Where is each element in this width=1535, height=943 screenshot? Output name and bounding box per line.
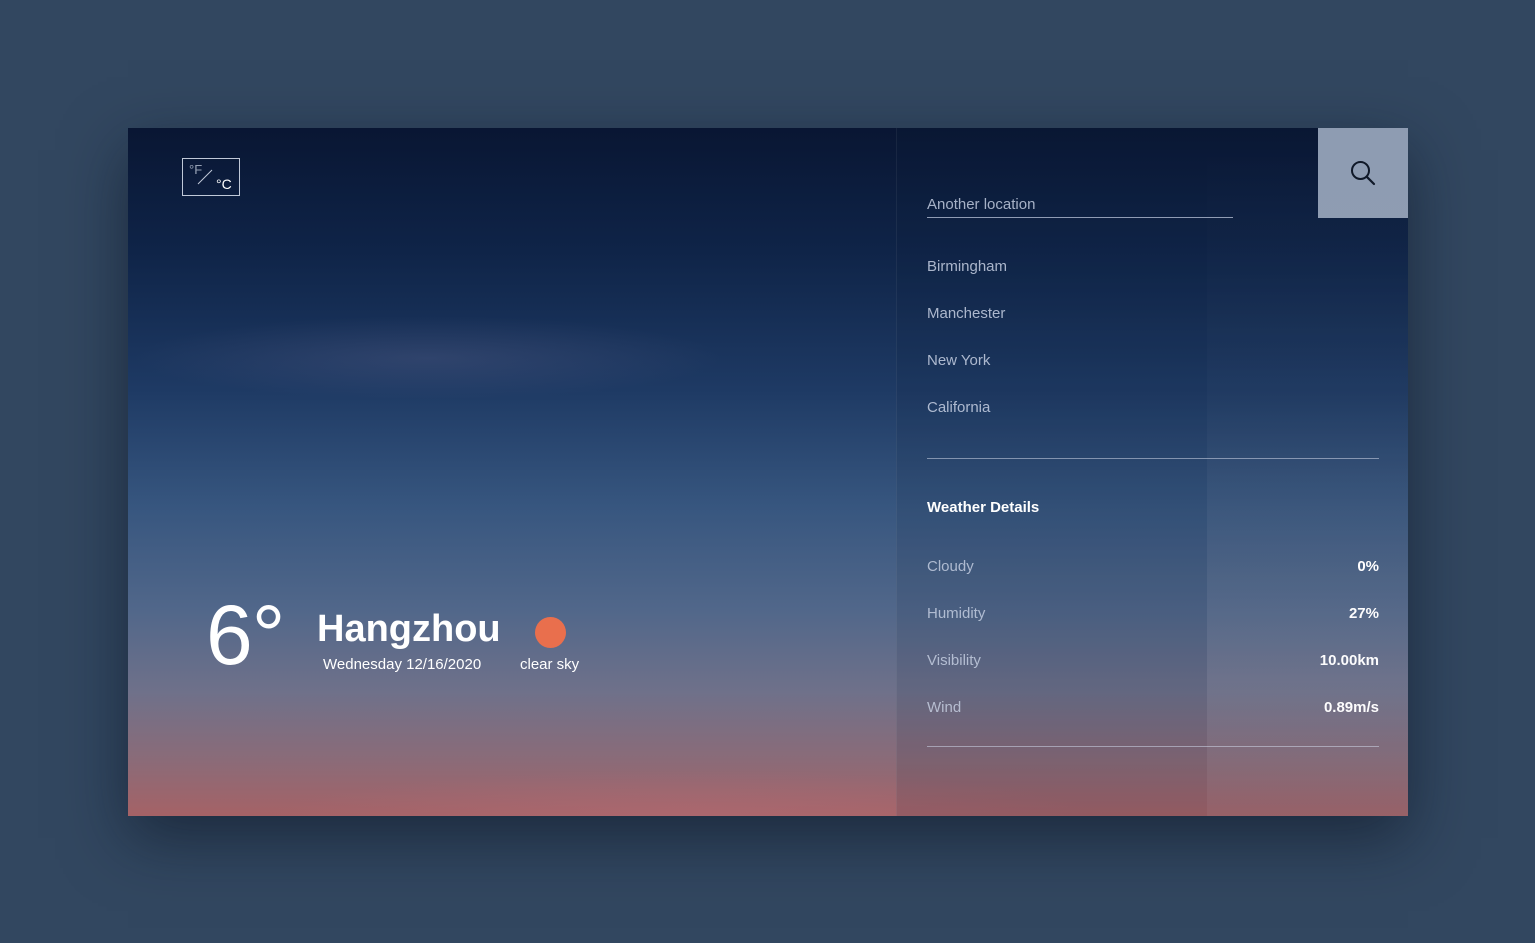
unit-toggle-button[interactable]: °F °C xyxy=(182,158,240,196)
detail-label: Humidity xyxy=(927,605,986,622)
detail-label: Cloudy xyxy=(927,558,974,575)
location-item[interactable]: Manchester xyxy=(927,303,1007,350)
search-icon xyxy=(1351,161,1376,186)
location-item[interactable]: New York xyxy=(927,350,1007,397)
detail-label: Wind xyxy=(927,699,962,716)
divider xyxy=(927,746,1379,747)
detail-value: 27% xyxy=(1348,605,1379,622)
divider xyxy=(927,458,1379,459)
detail-value: 10.00km xyxy=(1319,652,1379,669)
location-item[interactable]: Birmingham xyxy=(927,256,1007,303)
detail-row-wind: Wind 0.89m/s xyxy=(927,699,1379,746)
detail-value: 0.89m/s xyxy=(1323,699,1379,716)
location-list: Birmingham Manchester New York Californi… xyxy=(927,256,1007,444)
celsius-label: °C xyxy=(216,176,232,192)
slash-icon xyxy=(197,169,213,185)
side-panel: Birmingham Manchester New York Californi… xyxy=(896,128,1408,816)
location-item[interactable]: California xyxy=(927,397,1007,444)
details-title: Weather Details xyxy=(927,499,1040,516)
city-name: Hangzhou xyxy=(317,608,501,650)
detail-row-cloudy: Cloudy 0% xyxy=(927,558,1379,605)
detail-label: Visibility xyxy=(927,652,981,669)
detail-value: 0% xyxy=(1357,558,1379,575)
weather-app: °F °C 6° Hangzhou Wednesday 12/16/2020 c… xyxy=(128,128,1408,816)
search-button[interactable] xyxy=(1318,128,1408,218)
detail-row-humidity: Humidity 27% xyxy=(927,605,1379,652)
condition-text: clear sky xyxy=(520,656,580,673)
weather-details: Cloudy 0% Humidity 27% Visibility 10.00k… xyxy=(927,558,1379,746)
temperature: 6° xyxy=(206,588,285,682)
sun-icon xyxy=(535,617,566,648)
location-search-input[interactable] xyxy=(927,192,1233,218)
detail-row-visibility: Visibility 10.00km xyxy=(927,652,1379,699)
date-text: Wednesday 12/16/2020 xyxy=(323,656,482,673)
